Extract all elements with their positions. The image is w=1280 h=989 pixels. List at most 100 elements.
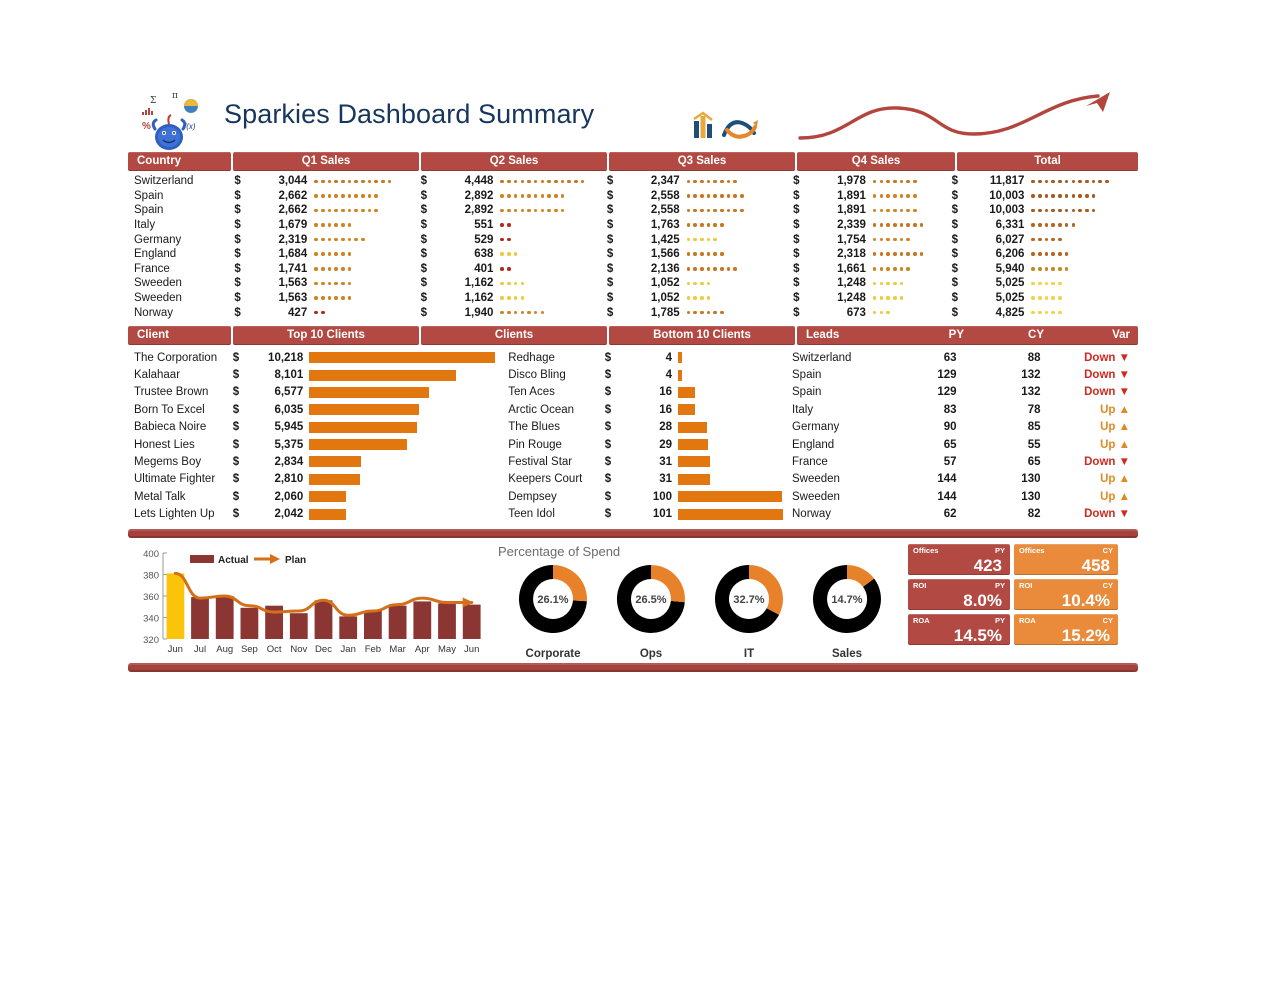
top-client-value: 6,035	[274, 403, 304, 416]
col-header-q3[interactable]: Q3 Sales	[609, 152, 795, 171]
sparkline-dots	[314, 306, 420, 320]
col-header-total[interactable]: Total	[957, 152, 1138, 171]
sparkline-dots	[686, 174, 793, 188]
bottom-client-value: 16	[659, 403, 672, 416]
q4-sparkline	[872, 276, 952, 291]
top-client-value: 8,101	[274, 369, 304, 382]
actual-vs-plan-chart[interactable]: 320 340 360 380 400 Jun Jul Aug Sep Oct Nov Dec Jan F…	[130, 541, 488, 663]
q4-sparkline	[872, 203, 952, 218]
table-row: Norway $427 $1,940 $1,785 $673 $4,825	[128, 305, 1138, 320]
cy-value: 130	[1021, 473, 1041, 486]
bottom-client-bar	[678, 453, 788, 470]
rising-wave-arrow	[798, 92, 1110, 140]
total-sparkline	[1031, 189, 1138, 204]
client-name: The Corporation	[134, 351, 218, 364]
variance-indicator: Down ▼	[1084, 455, 1130, 468]
top-client-value: 2,834	[274, 455, 304, 468]
dashboard-header: Σ π % f(x) Sparkies Dashboard Summary	[128, 85, 1138, 152]
q4-value: 1,754	[837, 233, 866, 246]
table-row: Sweeden $1,563 $1,162 $1,052 $1,248 $5,025	[128, 291, 1138, 306]
q2-value: 2,892	[464, 189, 494, 202]
sparkline-dots	[686, 276, 793, 290]
py-value: 57	[943, 455, 957, 468]
table-row: Germany $2,319 $529 $1,425 $1,754 $6,027	[128, 232, 1138, 247]
kpi-offices-py[interactable]: Offices PY 423	[908, 543, 1010, 575]
svg-text:Aug: Aug	[216, 644, 233, 655]
svg-text:May: May	[438, 644, 456, 655]
spend-donuts[interactable]: 26.1% Corporate 26.5% Ops 32.7% IT 14.7% Sales	[496, 541, 896, 663]
q1-sparkline	[314, 262, 420, 277]
kpi-label: ROI	[913, 580, 927, 590]
kpi-roa-cy[interactable]: ROA CY 15.2%	[1014, 613, 1118, 645]
client2-name: Keepers Court	[508, 473, 583, 486]
sales-band-header: Country Q1 Sales Q2 Sales Q3 Sales Q4 Sa…	[128, 152, 1138, 171]
sparkline-dots	[500, 218, 606, 232]
sparkline-dots	[686, 233, 793, 247]
sparkline-dots	[500, 233, 606, 247]
kpi-roi-py[interactable]: ROI PY 8.0%	[908, 578, 1010, 610]
q3-sparkline	[686, 189, 793, 204]
sparkline-dots	[686, 262, 793, 276]
top-client-value: 10,218	[268, 351, 304, 364]
kpi-roa-py[interactable]: ROA PY 14.5%	[908, 613, 1010, 645]
svg-text:Dec: Dec	[315, 644, 332, 655]
country-cell: Italy	[134, 219, 156, 232]
col-header-cy: CY	[1028, 329, 1044, 342]
lead-name: Sweeden	[792, 490, 840, 503]
col-header-q2[interactable]: Q2 Sales	[421, 152, 607, 171]
col-header-country[interactable]: Country	[128, 152, 231, 171]
col-header-top10[interactable]: Top 10 Clients	[233, 325, 419, 345]
lead-name: Spain	[792, 386, 822, 399]
sparkline-dots	[872, 174, 952, 188]
q3-sparkline	[686, 218, 793, 233]
q1-value: 3,044	[278, 175, 308, 188]
sparkline-dots	[872, 291, 952, 305]
header-icon-group	[693, 111, 758, 139]
variance-indicator: Down ▼	[1084, 508, 1130, 521]
kpi-period: CY	[1102, 580, 1113, 590]
svg-text:Sep: Sep	[241, 644, 258, 655]
col-header-leads-group[interactable]: Leads PY CY Var	[797, 325, 1138, 345]
q2-value: 1,940	[464, 306, 494, 319]
q4-sparkline	[872, 189, 952, 204]
q3-value: 1,052	[650, 292, 680, 305]
bottom-client-bar	[678, 384, 788, 401]
sparkline-dots	[686, 203, 793, 217]
cy-value: 132	[1021, 386, 1041, 399]
table-row: Babieca Noire $5,945 The Blues $28 Germany 90…	[128, 419, 1138, 436]
variance-indicator: Up ▲	[1100, 473, 1130, 486]
kpi-period: PY	[994, 580, 1005, 590]
sparkline-dots	[1031, 189, 1138, 203]
q3-sparkline	[686, 276, 793, 291]
table-row: Spain $2,662 $2,892 $2,558 $1,891 $10,003	[128, 189, 1138, 204]
client-name: Ultimate Fighter	[134, 473, 216, 486]
bottom-client-value: 4	[665, 351, 672, 364]
col-header-q1[interactable]: Q1 Sales	[233, 152, 419, 171]
cy-value: 65	[1027, 455, 1041, 468]
q1-value: 1,684	[278, 248, 308, 261]
country-cell: Norway	[134, 306, 173, 319]
sparkline-dots	[314, 262, 420, 276]
bottom-client-value: 29	[659, 438, 672, 451]
sparkline-dots	[314, 276, 420, 290]
sparkline-dots	[314, 247, 420, 261]
q4-value: 1,891	[837, 204, 866, 217]
q2-sparkline	[500, 291, 606, 306]
sparkline-dots	[872, 262, 952, 276]
col-header-bottom10[interactable]: Bottom 10 Clients	[609, 325, 795, 345]
col-header-clients[interactable]: Clients	[421, 325, 607, 345]
bottom-client-value: 28	[659, 421, 672, 434]
q1-sparkline	[314, 189, 420, 204]
top-client-bar	[309, 471, 506, 488]
sparkline-dots	[500, 262, 606, 276]
kpi-roi-cy[interactable]: ROI CY 10.4%	[1014, 578, 1118, 610]
q3-value: 2,136	[650, 262, 680, 275]
sparkline-dots	[872, 306, 952, 320]
col-header-client[interactable]: Client	[128, 325, 231, 345]
q3-value: 1,763	[650, 219, 680, 232]
col-header-q4[interactable]: Q4 Sales	[797, 152, 955, 171]
kpi-label: ROI	[1019, 580, 1033, 590]
sparkline-dots	[500, 189, 606, 203]
q4-value: 2,318	[837, 248, 866, 261]
kpi-offices-cy[interactable]: Offices CY 458	[1014, 543, 1118, 575]
